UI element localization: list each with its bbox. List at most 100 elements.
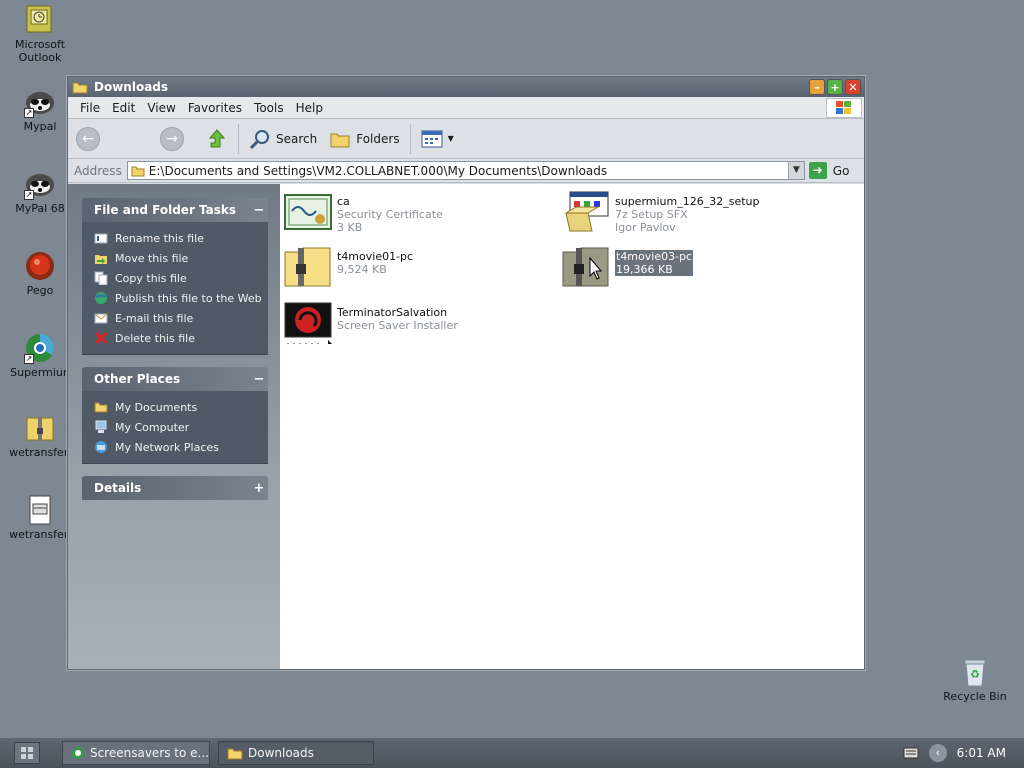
folder-icon — [227, 748, 243, 760]
menu-help[interactable]: Help — [290, 101, 329, 115]
views-dropdown-icon: ▼ — [447, 134, 454, 143]
panel-title: File and Folder Tasks — [94, 203, 237, 217]
explorer-window: Downloads – + ✕ File Edit View Favorites… — [67, 76, 865, 670]
network-icon — [95, 441, 107, 453]
minimize-button[interactable]: – — [809, 79, 825, 95]
window-title: Downloads — [94, 80, 169, 94]
file-item-terminator-salvation[interactable]: TerminatorSalvation Screen Saver Install… — [284, 302, 458, 344]
task-label: Rename this file — [115, 231, 204, 245]
file-folder-tasks-header[interactable]: File and Folder Tasks − — [82, 198, 268, 222]
tray-expand-icon[interactable]: ‹ — [928, 744, 947, 762]
zip-folder-icon — [284, 247, 331, 287]
menu-tools[interactable]: Tools — [248, 101, 290, 115]
place-label: My Network Places — [115, 440, 219, 454]
file-size: 9,524 KB — [337, 263, 387, 276]
search-button[interactable]: Search — [243, 128, 323, 150]
forward-arrow-icon: → — [166, 130, 178, 147]
go-arrow-icon: ➜ — [808, 162, 827, 179]
email-icon — [94, 313, 108, 324]
address-dropdown-button[interactable]: ▼ — [787, 162, 804, 179]
computer-icon — [95, 420, 107, 433]
task-label: Publish this file to the Web — [115, 291, 262, 305]
certificate-icon — [284, 194, 332, 230]
task-label: E-mail this file — [115, 311, 194, 325]
keyboard-icon[interactable] — [903, 747, 919, 759]
task-delete[interactable]: Delete this file — [94, 328, 268, 348]
collapse-icon[interactable]: − — [250, 203, 268, 218]
folders-button[interactable]: Folders — [323, 129, 405, 149]
task-email[interactable]: E-mail this file — [94, 308, 268, 328]
address-input[interactable]: E:\Documents and Settings\VM2.COLLABNET.… — [126, 161, 805, 180]
folder-icon — [131, 166, 145, 176]
svg-text:♻: ♻ — [970, 668, 980, 681]
search-icon — [249, 129, 269, 149]
task-label: Copy this file — [115, 271, 187, 285]
zip-folder-icon — [562, 247, 609, 287]
place-my-computer[interactable]: My Computer — [94, 417, 268, 437]
menu-bar: File Edit View Favorites Tools Help — [68, 97, 864, 119]
task-pane: File and Folder Tasks − Rename this file… — [68, 184, 280, 669]
task-move[interactable]: Move this file — [94, 248, 268, 268]
go-button[interactable]: ➜ Go — [808, 162, 850, 179]
toolbar: ← → Search Folders ▼ — [68, 119, 864, 159]
forward-button[interactable]: → — [160, 126, 184, 151]
place-my-documents[interactable]: My Documents — [94, 397, 268, 417]
clock: 6:01 AM — [956, 746, 1006, 760]
desktop-icon-outlook[interactable]: Microsoft Outlook — [0, 4, 80, 64]
delete-icon — [94, 331, 108, 345]
file-item-ca[interactable]: ca Security Certificate 3 KB — [284, 191, 443, 234]
taskbar-button-screensavers[interactable]: Screensavers to e... — [62, 741, 210, 765]
file-item-supermium-setup[interactable]: supermium_126_32_setup 7z Setup SFX Igor… — [562, 191, 760, 234]
zip-folder-icon — [24, 412, 56, 444]
rename-icon — [94, 233, 108, 244]
window-titlebar[interactable]: Downloads – + ✕ — [68, 77, 864, 97]
address-label: Address — [74, 163, 122, 178]
mypal68-icon: ↗ — [24, 168, 56, 200]
panel-title: Details — [94, 481, 142, 495]
taskbar: Screensavers to e... Downloads ‹ 6:01 AM — [0, 738, 1024, 768]
menu-file[interactable]: File — [74, 101, 106, 115]
desktop-icon-label: Outlook — [18, 51, 62, 64]
expand-icon[interactable]: + — [250, 481, 268, 496]
start-button[interactable] — [14, 742, 40, 764]
task-publish[interactable]: Publish this file to the Web — [94, 288, 268, 308]
menu-edit[interactable]: Edit — [106, 101, 141, 115]
address-bar: Address E:\Documents and Settings\VM2.CO… — [68, 159, 864, 183]
search-label: Search — [276, 131, 318, 146]
file-name: ca — [337, 195, 350, 208]
file-name: t4movie03-pc — [615, 250, 694, 263]
collapse-icon[interactable]: − — [250, 372, 268, 387]
folders-label: Folders — [356, 131, 400, 146]
task-rename[interactable]: Rename this file — [94, 228, 268, 248]
other-places-header[interactable]: Other Places − — [82, 367, 268, 391]
screensaver-icon — [284, 302, 332, 344]
views-icon — [421, 130, 443, 147]
taskbar-button-downloads[interactable]: Downloads — [218, 741, 374, 765]
file-item-t4movie03[interactable]: t4movie03-pc 19,366 KB — [562, 246, 694, 288]
task-copy[interactable]: Copy this file — [94, 268, 268, 288]
close-button[interactable]: ✕ — [845, 79, 861, 95]
folder-icon — [72, 82, 88, 94]
go-label: Go — [832, 163, 850, 178]
window-content: File and Folder Tasks − Rename this file… — [68, 184, 864, 669]
place-my-network[interactable]: My Network Places — [94, 437, 268, 457]
browser-icon — [72, 747, 84, 759]
up-arrow-icon — [208, 128, 226, 147]
system-tray: ‹ 6:01 AM — [903, 744, 1024, 762]
back-button[interactable]: ← — [76, 126, 100, 151]
file-name: supermium_126_32_setup — [615, 195, 760, 208]
up-folder-button[interactable] — [200, 128, 234, 150]
views-button[interactable]: ▼ — [415, 130, 460, 148]
move-icon — [95, 255, 107, 264]
file-item-t4movie01[interactable]: t4movie01-pc 9,524 KB — [284, 246, 413, 288]
other-places-panel: Other Places − My Documents My Computer … — [82, 367, 268, 464]
file-size: 19,366 KB — [615, 263, 694, 276]
recycle-bin-icon: ♻ — [959, 656, 991, 688]
menu-favorites[interactable]: Favorites — [182, 101, 248, 115]
desktop-icon-recycle-bin[interactable]: ♻ Recycle Bin — [935, 656, 1015, 703]
details-header[interactable]: Details + — [82, 476, 268, 500]
menu-view[interactable]: View — [141, 101, 181, 115]
file-type: Screen Saver Installer — [337, 319, 458, 332]
maximize-button[interactable]: + — [827, 79, 843, 95]
folders-icon — [330, 133, 350, 147]
